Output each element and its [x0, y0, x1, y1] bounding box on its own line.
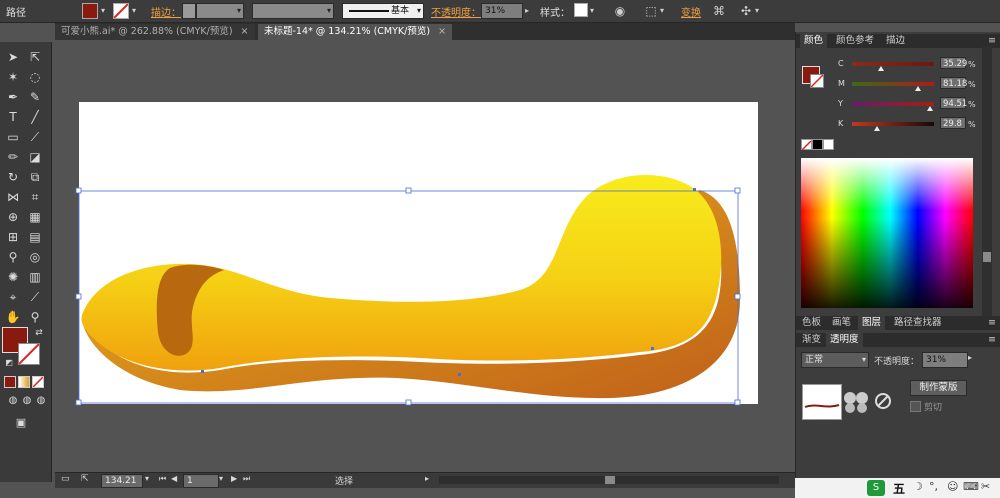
tab-pathfinder[interactable]: 路径查找器 — [890, 316, 946, 330]
moon-icon[interactable]: ☽ — [913, 480, 923, 493]
tab-color[interactable]: 颜色 — [800, 34, 828, 48]
slider-k[interactable] — [852, 122, 934, 126]
value-input-k[interactable]: 29.8 — [940, 117, 966, 129]
slider-thumb-m[interactable] — [915, 86, 921, 91]
scrollbar-thumb[interactable] — [983, 252, 991, 262]
status-menu-icon[interactable]: ▸ — [425, 474, 429, 483]
right-panel-dock: 颜色 颜色参考 描边 ≡ C 35.29 % M 81.18 % Y 94.51… — [795, 32, 1000, 487]
slider-m[interactable] — [852, 82, 934, 86]
chevron-down-icon[interactable]: ▾ — [145, 474, 149, 483]
last-artboard-icon[interactable]: ⏭ — [243, 474, 250, 484]
first-artboard-icon[interactable]: ⏮ — [159, 474, 166, 484]
transparency-panel-tabs: 渐变 透明度 ≡ — [796, 333, 1000, 347]
slider-y[interactable] — [852, 102, 934, 106]
export-icon[interactable]: ⇱ — [81, 474, 89, 484]
blend-mode-select[interactable]: 正常 ▾ — [801, 352, 869, 368]
scrollbar-thumb[interactable] — [605, 476, 615, 484]
panel-stroke-box[interactable] — [810, 74, 824, 88]
chevron-right-icon[interactable]: ▸ — [968, 353, 972, 362]
next-artboard-icon[interactable]: ▶ — [231, 474, 237, 483]
horizontal-scrollbar[interactable] — [439, 476, 779, 484]
mask-thumbnail-icon[interactable] — [842, 390, 872, 414]
tab-swatches[interactable]: 色板 — [798, 316, 825, 330]
keyboard-icon[interactable]: ⌨ — [963, 480, 979, 493]
tab-stroke[interactable]: 描边 — [882, 34, 909, 48]
none-color-chip[interactable] — [801, 139, 812, 151]
slider-thumb-c[interactable] — [878, 66, 884, 71]
panel-scrollbar[interactable] — [982, 46, 992, 318]
current-tool-label: 选择 — [335, 477, 354, 487]
panel-menu-icon[interactable]: ≡ — [984, 333, 1000, 347]
clip-label: 剪切 — [924, 403, 943, 413]
prev-artboard-icon[interactable]: ◀ — [171, 474, 177, 483]
artboard-page-select[interactable]: 1 — [183, 474, 219, 488]
make-mask-button[interactable]: 制作蒙版 — [910, 380, 967, 396]
transparency-opacity-input[interactable]: 31% — [922, 352, 968, 368]
value-input-c[interactable]: 35.29 — [940, 57, 967, 69]
system-tray: S 五 ☽ °, ☺ ⌨ ✂ — [795, 478, 1000, 498]
slider-c[interactable] — [852, 62, 934, 66]
clip-checkbox[interactable] — [910, 401, 921, 412]
transparency-opacity-label: 不透明度： — [874, 357, 920, 367]
color-spectrum[interactable] — [801, 158, 973, 308]
ime-mode-label[interactable]: 五 — [893, 480, 905, 497]
tab-gradient[interactable]: 渐变 — [798, 333, 825, 347]
tab-transparency[interactable]: 透明度 — [826, 333, 863, 347]
channel-label-m: M — [838, 79, 845, 88]
artboard-nav-icon[interactable]: ▭ — [61, 474, 70, 484]
tab-brushes[interactable]: 画笔 — [828, 316, 855, 330]
object-thumbnail[interactable] — [802, 384, 842, 420]
black-color-chip[interactable] — [812, 139, 823, 150]
lower-panel-tabs: 色板 画笔 图层 路径查找器 ≡ — [796, 316, 1000, 330]
zoom-select[interactable]: 134.21 — [101, 474, 143, 488]
value-input-y[interactable]: 94.51 — [940, 97, 967, 109]
channel-label-k: K — [838, 119, 844, 128]
punctuation-icon[interactable]: °, — [929, 480, 938, 493]
chevron-down-icon[interactable]: ▾ — [219, 474, 223, 483]
panel-menu-icon[interactable]: ≡ — [984, 316, 1000, 330]
settings-icon[interactable]: ✂ — [981, 480, 990, 493]
no-mask-icon[interactable] — [874, 392, 892, 410]
value-input-m[interactable]: 81.18 — [940, 77, 967, 89]
color-panel-tabs: 颜色 颜色参考 描边 ≡ — [796, 34, 1000, 48]
sogou-ime-icon[interactable]: S — [867, 480, 885, 496]
status-bar: ▭ ⇱ 134.21 ▾ ⏮ ◀ 1 ▾ ▶ ⏭ 选择 ▸ — [55, 472, 795, 488]
white-color-chip[interactable] — [823, 139, 834, 150]
tab-color-guide[interactable]: 颜色参考 — [832, 34, 878, 48]
slider-thumb-k[interactable] — [874, 126, 880, 131]
emoji-icon[interactable]: ☺ — [947, 480, 958, 493]
channel-label-y: Y — [838, 99, 843, 108]
channel-label-c: C — [838, 59, 844, 68]
tab-layers[interactable]: 图层 — [858, 316, 886, 330]
slider-thumb-y[interactable] — [927, 106, 933, 111]
